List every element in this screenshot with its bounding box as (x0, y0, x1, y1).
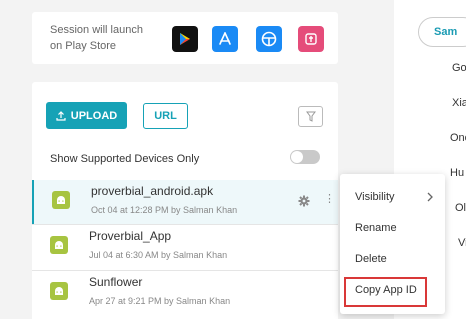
chevron-right-icon (427, 192, 433, 202)
app-row[interactable]: Proverbial_App Jul 04 at 6:30 AM by Salm… (32, 224, 338, 268)
settings-gear-icon[interactable] (298, 195, 310, 207)
session-line-1: Session will launch (50, 24, 143, 36)
device-label[interactable]: Xia (452, 97, 466, 109)
tesla-icon[interactable] (256, 26, 282, 52)
device-tab-pill[interactable]: Sam (418, 17, 466, 47)
app-name: Sunflower (89, 275, 143, 289)
device-label[interactable]: One (450, 132, 466, 144)
device-label[interactable]: Hu (450, 167, 464, 179)
toggle-knob (291, 151, 303, 163)
android-icon (50, 236, 68, 254)
app-meta: Apr 27 at 9:21 PM by Salman Khan (89, 296, 231, 306)
app-meta: Jul 04 at 6:30 AM by Salman Khan (89, 250, 228, 260)
device-label[interactable]: Go (452, 62, 466, 74)
supported-devices-label: Show Supported Devices Only (50, 153, 200, 165)
filter-icon (305, 111, 316, 122)
app-list-card: UPLOAD URL Show Supported Devices Only p… (32, 82, 338, 319)
android-icon (52, 191, 70, 209)
app-row[interactable]: proverbial_android.apk Oct 04 at 12:28 P… (32, 180, 338, 224)
upload-label: UPLOAD (70, 109, 118, 122)
session-line-2: on Play Store (50, 40, 117, 52)
app-name: proverbial_android.apk (91, 184, 214, 198)
menu-item-label: Visibility (355, 191, 395, 203)
menu-item-visibility[interactable]: Visibility (340, 184, 445, 214)
android-icon (50, 282, 68, 300)
menu-item-rename[interactable]: Rename (340, 215, 445, 245)
google-play-icon[interactable] (172, 26, 198, 52)
highlight-box (344, 277, 427, 307)
huawei-appgallery-icon[interactable] (298, 26, 324, 52)
supported-devices-toggle[interactable] (290, 150, 320, 164)
session-launch-text: Session will launch on Play Store (50, 22, 150, 54)
device-label[interactable]: Vi (458, 237, 466, 249)
more-options-icon[interactable]: ⋮ (324, 193, 335, 205)
url-button[interactable]: URL (143, 103, 188, 129)
menu-item-delete[interactable]: Delete (340, 246, 445, 276)
app-name: Proverbial_App (89, 229, 172, 243)
session-card: Session will launch on Play Store (32, 12, 338, 64)
filter-button[interactable] (298, 106, 323, 127)
upload-icon (56, 110, 66, 121)
device-label[interactable]: Ol (455, 202, 466, 214)
app-meta: Oct 04 at 12:28 PM by Salman Khan (91, 205, 238, 215)
app-store-icon[interactable] (212, 26, 238, 52)
app-context-menu: Visibility Rename Delete Copy App ID (340, 174, 445, 314)
upload-button[interactable]: UPLOAD (46, 102, 127, 129)
app-row[interactable]: Sunflower Apr 27 at 9:21 PM by Salman Kh… (32, 270, 338, 314)
